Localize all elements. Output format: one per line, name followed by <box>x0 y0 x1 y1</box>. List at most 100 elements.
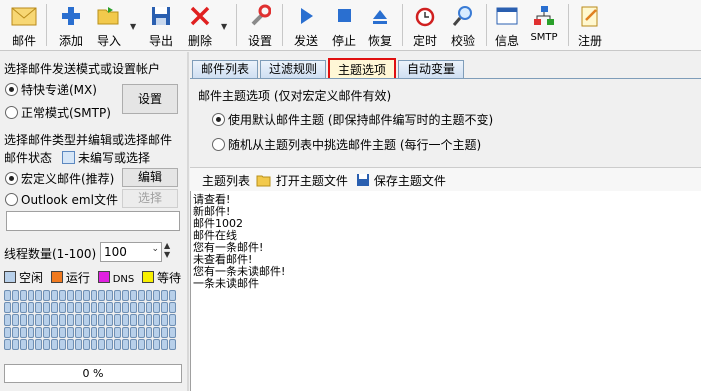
thread-cell <box>66 314 74 326</box>
stop-button[interactable]: 停止 <box>328 2 360 48</box>
save-subject-file-label: 保存主题文件 <box>373 174 446 188</box>
timer-label: 定时 <box>412 34 437 48</box>
register-label: 注册 <box>577 34 602 48</box>
outlook-eml-radio[interactable]: Outlook eml文件 <box>5 191 118 208</box>
thread-cell <box>98 302 106 314</box>
thread-cell <box>114 326 121 338</box>
thread-cell <box>153 326 161 338</box>
radio-unchecked-icon <box>5 106 18 119</box>
default-subject-radio[interactable]: 使用默认邮件主题 (即保持邮件编写时的主题不变) <box>212 111 493 128</box>
main-toolbar: 邮件 添加 导入 ▼ 导出 删除 ▼ 设置 发送 停止 恢复 定时 校验 信息 … <box>0 0 701 51</box>
mail-button[interactable]: 邮件 <box>6 2 42 48</box>
eject-icon <box>373 10 387 24</box>
mode-settings-button[interactable]: 设置 <box>122 84 178 114</box>
macro-mail-label: 宏定义邮件(推荐) <box>21 172 115 186</box>
resume-button[interactable]: 恢复 <box>364 2 396 48</box>
tab-filter-rules[interactable]: 过滤规则 <box>260 60 327 78</box>
delete-label: 删除 <box>187 34 212 48</box>
send-mode-title: 选择邮件发送模式或设置帐户 <box>4 62 161 76</box>
radio-unchecked-icon <box>212 138 225 151</box>
add-button[interactable]: 添加 <box>54 2 88 48</box>
thread-cell <box>11 314 19 326</box>
thread-cell <box>129 290 137 302</box>
subject-list-label: 主题列表 <box>202 174 251 188</box>
tab-mail-list[interactable]: 邮件列表 <box>192 60 259 78</box>
default-subject-label: 使用默认邮件主题 (即保持邮件编写时的主题不变) <box>228 113 494 127</box>
thread-legend: 空闲 运行 DNS 等待 <box>4 269 186 286</box>
thread-cell <box>27 290 35 302</box>
thread-cell <box>74 290 82 302</box>
verify-button[interactable]: 校验 <box>446 2 480 48</box>
mail-status-label: 邮件状态 <box>4 151 53 165</box>
edit-button[interactable]: 编辑 <box>122 168 178 187</box>
thread-cell <box>106 302 114 314</box>
select-button[interactable]: 选择 <box>122 189 178 208</box>
register-button[interactable]: 注册 <box>574 2 606 48</box>
thread-cell <box>51 314 59 326</box>
thread-cell <box>43 338 51 350</box>
delete-dropdown-icon[interactable]: ▼ <box>221 22 227 31</box>
timer-button[interactable]: 定时 <box>408 2 442 48</box>
thread-count-input[interactable]: 100 ⌄ <box>100 242 162 262</box>
eml-path-field[interactable] <box>6 211 180 231</box>
send-button[interactable]: 发送 <box>290 2 322 48</box>
chevron-down-icon[interactable]: ⌄ <box>151 244 159 254</box>
thread-cell <box>137 314 145 326</box>
envelope-icon <box>11 7 37 26</box>
random-subject-radio[interactable]: 随机从主题列表中挑选邮件主题 (每行一个主题) <box>212 136 481 153</box>
spin-buttons[interactable]: ▲ ▼ <box>164 241 170 259</box>
thread-cell <box>51 290 59 302</box>
thread-cell <box>43 314 51 326</box>
import-label: 导入 <box>96 34 121 48</box>
thread-cell <box>27 302 35 314</box>
legend-label: DNS <box>112 274 135 285</box>
thread-cell <box>121 338 129 350</box>
toolbar-separator <box>236 4 237 46</box>
legend-running: 运行 <box>50 271 90 285</box>
thread-cell <box>137 326 145 338</box>
thread-cell <box>27 338 35 350</box>
settings-label: 设置 <box>247 34 272 48</box>
thread-cell <box>82 290 90 302</box>
save-subject-file-button[interactable]: 保存主题文件 <box>356 172 446 189</box>
legend-swatch <box>4 271 16 283</box>
tab-auto-variables[interactable]: 自动变量 <box>398 60 465 78</box>
thread-cell <box>90 302 98 314</box>
export-button[interactable]: 导出 <box>146 2 176 48</box>
panel-splitter[interactable] <box>187 52 189 391</box>
thread-cell <box>66 290 74 302</box>
smtp-button[interactable]: SMTP <box>526 2 562 48</box>
subject-options-panel: 邮件主题选项 (仅对宏定义邮件有效) 使用默认邮件主题 (即保持邮件编写时的主题… <box>190 78 701 171</box>
thread-cell <box>169 302 176 314</box>
settings-button[interactable]: 设置 <box>244 2 276 48</box>
status-checkbox-label: 未编写或选择 <box>78 151 151 165</box>
thread-cell <box>106 326 114 338</box>
info-label: 信息 <box>494 34 519 48</box>
import-dropdown-icon[interactable]: ▼ <box>130 22 136 31</box>
thread-cell <box>106 290 114 302</box>
add-label: 添加 <box>58 34 83 48</box>
thread-cell <box>11 338 19 350</box>
subject-list-editor[interactable]: 请查看! 新邮件! 邮件1002 邮件在线 您有一条邮件! 未查看邮件! 您有一… <box>190 191 701 391</box>
thread-cell <box>153 302 161 314</box>
thread-cell <box>129 326 137 338</box>
delete-button[interactable]: 删除 <box>184 2 216 48</box>
play-icon <box>301 8 313 24</box>
resume-label: 恢复 <box>367 34 392 48</box>
open-subject-file-button[interactable]: 打开主题文件 <box>256 172 348 189</box>
verify-label: 校验 <box>450 34 475 48</box>
window-icon <box>496 7 518 25</box>
thread-cell <box>169 338 176 350</box>
mode-mx-radio[interactable]: 特快专递(MX) <box>5 81 97 98</box>
status-checkbox[interactable]: 未编写或选择 <box>62 149 150 166</box>
info-button[interactable]: 信息 <box>492 2 522 48</box>
import-button[interactable]: 导入 <box>92 2 126 48</box>
thread-cell <box>82 338 90 350</box>
mode-smtp-radio[interactable]: 正常模式(SMTP) <box>5 104 111 121</box>
thread-cell <box>74 314 82 326</box>
macro-mail-radio[interactable]: 宏定义邮件(推荐) <box>5 170 114 187</box>
folder-open-icon <box>256 175 271 187</box>
thread-cell <box>27 326 35 338</box>
thread-cell <box>51 326 59 338</box>
thread-cell <box>161 302 169 314</box>
